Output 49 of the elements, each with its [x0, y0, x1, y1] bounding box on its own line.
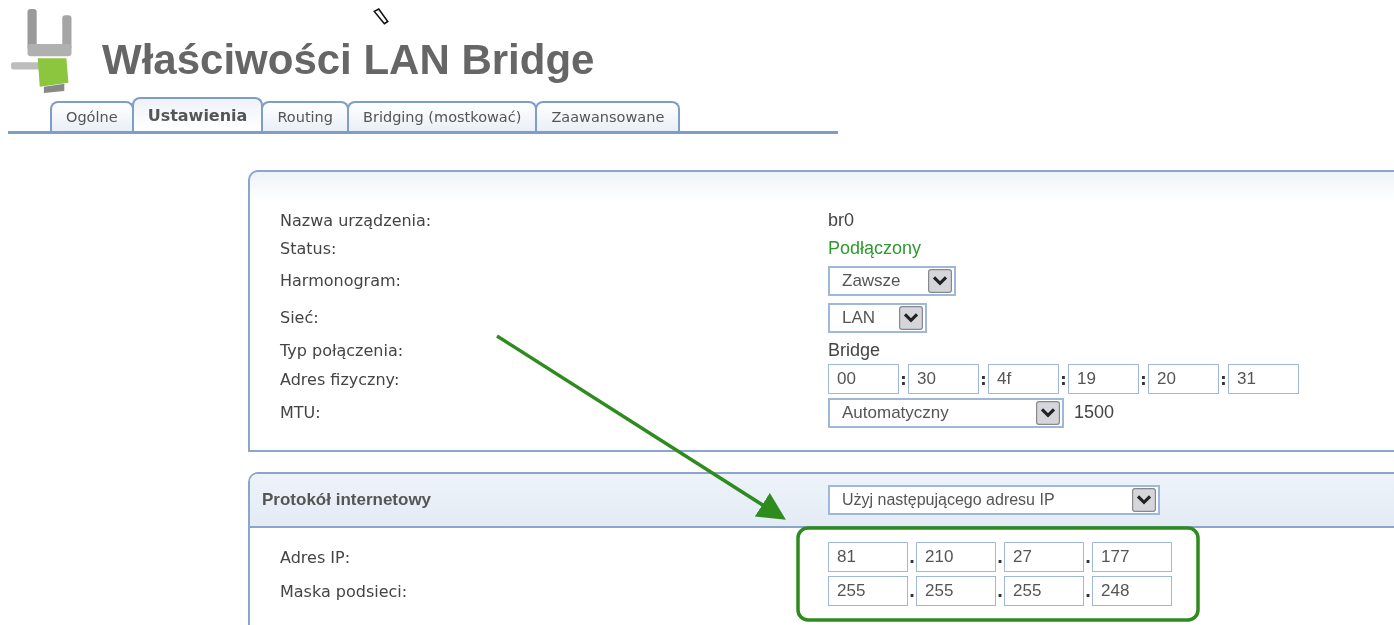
mac-input[interactable]: 30: [908, 364, 979, 394]
cursor-icon: [372, 8, 390, 26]
field-label: Adres IP:: [280, 547, 352, 567]
ip-octet-input[interactable]: 177: [1092, 542, 1172, 572]
section-title: Protokół internetowy: [262, 490, 433, 510]
dot-separator: .: [996, 547, 1004, 567]
field-label: Harmonogram:: [280, 271, 402, 290]
ip-octet-input[interactable]: 255: [1004, 576, 1084, 606]
tab[interactable]: Ogólne: [50, 101, 134, 131]
mac-input[interactable]: 20: [1148, 364, 1219, 394]
dot-separator: .: [908, 547, 916, 567]
colon-separator: :: [1139, 369, 1148, 389]
tab[interactable]: Routing: [261, 101, 349, 131]
dot-separator: .: [996, 581, 1004, 601]
dropdown[interactable]: Użyj następującego adresu IP: [828, 485, 1160, 515]
field-label: Typ połączenia:: [280, 340, 405, 360]
ip-octet-input[interactable]: 27: [1004, 542, 1084, 572]
colon-separator: :: [979, 369, 988, 389]
field-label: MTU:: [280, 403, 322, 422]
dot-separator: .: [908, 581, 916, 601]
field-value: Bridge: [828, 339, 881, 361]
dropdown[interactable]: LAN: [828, 302, 927, 333]
ip-octet-input[interactable]: 255: [828, 576, 908, 606]
field-label: Adres fizyczny:: [280, 369, 401, 389]
field-value: br0: [828, 209, 854, 231]
tab[interactable]: Bridging (mostkować): [347, 101, 538, 131]
colon-separator: :: [1219, 369, 1228, 389]
dropdown[interactable]: Automatyczny: [828, 397, 1064, 428]
ip-octet-input[interactable]: 248: [1092, 576, 1172, 606]
field-label: Sieć:: [280, 308, 320, 327]
ip-octet-input[interactable]: 81: [828, 542, 908, 572]
mac-input[interactable]: 19: [1068, 364, 1139, 394]
dot-separator: .: [1084, 547, 1092, 567]
ip-octet-input[interactable]: 210: [916, 542, 996, 572]
dropdown[interactable]: Zawsze: [828, 265, 956, 296]
field-label: Status:: [280, 238, 338, 258]
ip-octet-input[interactable]: 255: [916, 576, 996, 606]
tab[interactable]: Zaawansowane: [535, 101, 681, 131]
mac-input[interactable]: 4f: [988, 364, 1059, 394]
dot-separator: .: [1084, 581, 1092, 601]
colon-separator: :: [899, 369, 908, 389]
mac-input[interactable]: 31: [1228, 364, 1299, 394]
page-title: Właściwości LAN Bridge: [102, 36, 595, 84]
field-label: Nazwa urządzenia:: [280, 210, 433, 230]
colon-separator: :: [1059, 369, 1068, 389]
status-value: Podłączony: [828, 237, 922, 259]
mtu-value: 1500: [1074, 402, 1115, 423]
mac-input[interactable]: 00: [828, 364, 899, 394]
field-label: Maska podsieci:: [280, 581, 409, 601]
